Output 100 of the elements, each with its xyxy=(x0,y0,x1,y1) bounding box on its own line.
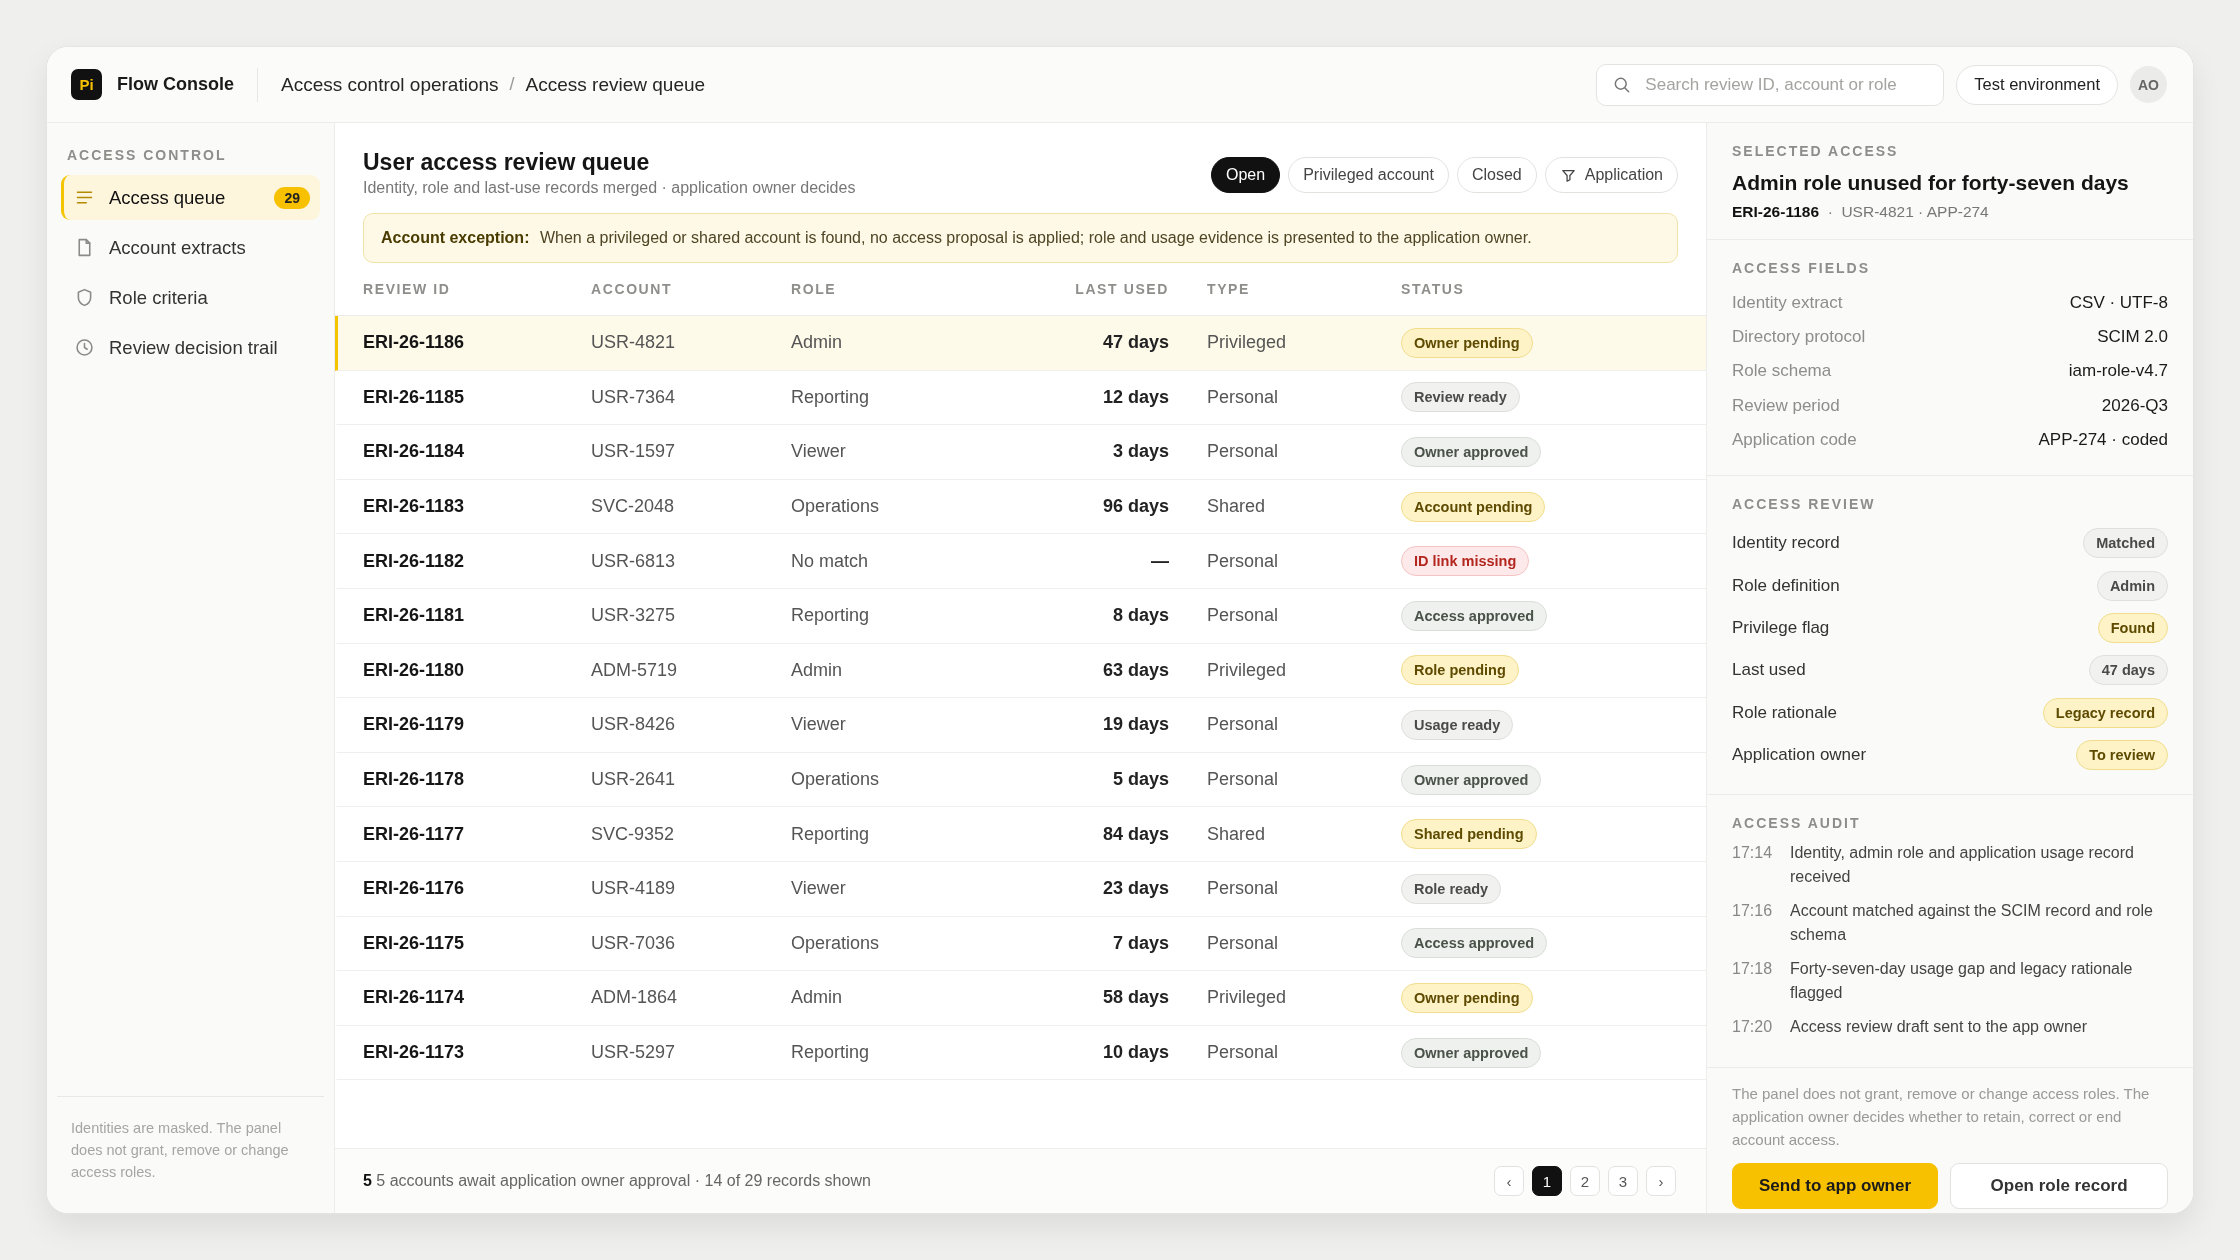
sidebar-note: Identities are masked. The panel does not grant, remove or change access roles. xyxy=(57,1096,324,1213)
table-row[interactable]: ERI-26-1180 ADM-5719 Admin 63 days Privileged Role pending xyxy=(335,643,1706,699)
breadcrumb-link[interactable]: Access control operations xyxy=(281,73,499,96)
status-badge: Owner approved xyxy=(1401,437,1542,467)
environment-button[interactable]: Test environment xyxy=(1956,64,2118,105)
detail-meta: ERI-26-1186 · USR-4821 · APP-274 xyxy=(1732,203,1990,221)
table-cell-text: 96 days xyxy=(1101,496,1169,518)
field-label: Application owner xyxy=(1732,745,1867,766)
table-row[interactable]: ERI-26-1177 SVC-9352 Reporting 84 days Shared Shared pending xyxy=(335,807,1706,862)
nav-item[interactable]: Role criteria xyxy=(61,275,320,320)
table-row[interactable]: ERI-26-1179 USR-8426 Viewer 19 days Personal Usage ready xyxy=(335,698,1706,753)
audit-text: Forty-seven-day usage gap and legacy rationale flagged xyxy=(1790,959,2134,1004)
table-cell-text: USR-4821 xyxy=(591,332,677,354)
nav-item[interactable]: Access queue 29 xyxy=(61,175,320,220)
page-subtitle: Identity, role and last-use records merged · application owner decides xyxy=(363,179,856,197)
column-header: ACCOUNT xyxy=(591,281,674,297)
column-header: STATUS xyxy=(1401,281,1466,297)
table-cell-text: USR-7036 xyxy=(591,932,677,954)
field-label: Role schema xyxy=(1732,361,1832,382)
table-cell-text: ADM-5719 xyxy=(591,659,679,681)
table-row[interactable]: ERI-26-1173 USR-5297 Reporting 10 days Personal Owner approved xyxy=(335,1025,1706,1081)
nav-item[interactable]: Account extracts xyxy=(61,225,320,270)
field-label: Review period xyxy=(1732,395,1840,416)
footer-summary: 5 5 accounts await application owner approval · 14 of 29 records shown xyxy=(363,1172,872,1190)
table-cell-text: 7 days xyxy=(1111,932,1169,954)
page-title: User access review queue xyxy=(363,148,651,177)
table-cell-text: Reporting xyxy=(791,605,871,627)
page-button[interactable]: 3 xyxy=(1608,1166,1638,1196)
table-cell-text: — xyxy=(1150,550,1169,572)
table-cell-text: ERI-26-1180 xyxy=(363,659,466,681)
field-label: Role definition xyxy=(1732,575,1840,596)
app-logo: Pi xyxy=(71,69,102,100)
table-cell-text: ERI-26-1176 xyxy=(363,878,466,900)
breadcrumb-link[interactable]: Access review queue xyxy=(525,73,706,96)
table-cell-text: 3 days xyxy=(1111,441,1169,463)
table-cell-text: Personal xyxy=(1206,932,1280,954)
status-badge: Admin xyxy=(2096,570,2168,601)
table-cell-text: ERI-26-1183 xyxy=(363,496,466,518)
field-value: CSV · UTF-8 xyxy=(2069,293,2168,314)
table-cell-text: Operations xyxy=(791,769,881,791)
user-avatar[interactable]: AO xyxy=(2130,66,2167,103)
status-badge: Review ready xyxy=(1401,382,1520,413)
clock-icon xyxy=(74,337,95,358)
table-cell-text: 23 days xyxy=(1101,878,1169,900)
filter-chip[interactable]: Open xyxy=(1211,157,1281,193)
table-row[interactable]: ERI-26-1185 USR-7364 Reporting 12 days Personal Review ready xyxy=(335,370,1706,426)
table-cell-text: Viewer xyxy=(791,714,847,736)
table-row[interactable]: ERI-26-1176 USR-4189 Viewer 23 days Personal Role ready xyxy=(335,861,1706,917)
status-badge: Owner approved xyxy=(1401,1037,1542,1068)
table-cell-text: Privileged xyxy=(1206,332,1288,354)
field-label: Directory protocol xyxy=(1732,327,1866,348)
table-row[interactable]: ERI-26-1184 USR-1597 Viewer 3 days Personal Owner approved xyxy=(335,425,1706,480)
status-badge: ID link missing xyxy=(1401,546,1530,577)
section-label: SELECTED ACCESS xyxy=(1732,143,1900,159)
next-page-button[interactable]: › xyxy=(1646,1166,1676,1196)
filter-chip[interactable]: Application xyxy=(1544,157,1678,193)
table-row[interactable]: ERI-26-1175 USR-7036 Operations 7 days Personal Access approved xyxy=(335,916,1706,972)
table-row[interactable]: ERI-26-1181 USR-3275 Reporting 8 days Personal Access approved xyxy=(335,588,1706,644)
field-value: 2026-Q3 xyxy=(2101,395,2168,416)
audit-time: 17:18 xyxy=(1732,959,1774,980)
table-cell-text: USR-1597 xyxy=(591,441,677,463)
table-cell-text: USR-2641 xyxy=(591,769,677,791)
search-field[interactable]: Search review ID, account or role xyxy=(1596,63,1945,106)
field-label: Privilege flag xyxy=(1732,617,1830,638)
table-cell-text: ERI-26-1174 xyxy=(363,987,466,1009)
table-row[interactable]: ERI-26-1186 USR-4821 Admin 47 days Privileged Owner pending xyxy=(335,316,1706,371)
nav-item[interactable]: Review decision trail xyxy=(61,325,320,370)
table-cell-text: Shared xyxy=(1206,823,1267,845)
table-cell-text: 10 days xyxy=(1101,1042,1169,1063)
status-badge: To review xyxy=(2076,740,2168,771)
filter-chip[interactable]: Closed xyxy=(1456,157,1537,193)
table-row[interactable]: ERI-26-1183 SVC-2048 Operations 96 days Shared Account pending xyxy=(335,479,1706,535)
table-cell-text: Personal xyxy=(1206,1042,1280,1063)
status-badge: Role ready xyxy=(1401,873,1502,904)
table-cell-text: USR-8426 xyxy=(591,714,677,736)
previous-page-button[interactable]: ‹ xyxy=(1494,1166,1524,1196)
field-value: APP-274 · coded xyxy=(2038,429,2168,450)
page-button[interactable]: 2 xyxy=(1570,1166,1600,1196)
page-button[interactable]: 1 xyxy=(1532,1166,1562,1196)
status-badge: Owner approved xyxy=(1401,764,1542,795)
table-cell-text: SVC-2048 xyxy=(591,496,676,518)
table-row[interactable]: ERI-26-1178 USR-2641 Operations 5 days Personal Owner approved xyxy=(335,752,1706,808)
send-button[interactable]: Send to app owner xyxy=(1732,1163,1939,1210)
table-cell-text: 84 days xyxy=(1101,823,1169,845)
table-cell-text: 19 days xyxy=(1101,714,1169,736)
section-label: ACCESS FIELDS xyxy=(1732,260,1871,276)
table-cell-text: Admin xyxy=(791,987,844,1009)
table-cell-text: Admin xyxy=(791,332,844,354)
table-cell-text: USR-7364 xyxy=(591,386,677,408)
table-row[interactable]: ERI-26-1182 USR-6813 No match — Personal ID link missing xyxy=(335,534,1706,589)
status-badge: Legacy record xyxy=(2042,697,2168,728)
field-value: SCIM 2.0 xyxy=(2097,327,2168,348)
filter-chip[interactable]: Privileged account xyxy=(1288,157,1449,193)
audit-text: Access review draft sent to the app owner xyxy=(1790,1017,2088,1038)
table-cell-text: 47 days xyxy=(1101,332,1169,354)
table-cell-text: Viewer xyxy=(791,878,847,900)
table-row[interactable]: ERI-26-1174 ADM-1864 Admin 58 days Privileged Owner pending xyxy=(335,971,1706,1026)
column-header: REVIEW ID xyxy=(363,281,452,297)
open-record-button[interactable]: Open role record xyxy=(1950,1163,2168,1210)
table-cell-text: Personal xyxy=(1206,441,1280,463)
